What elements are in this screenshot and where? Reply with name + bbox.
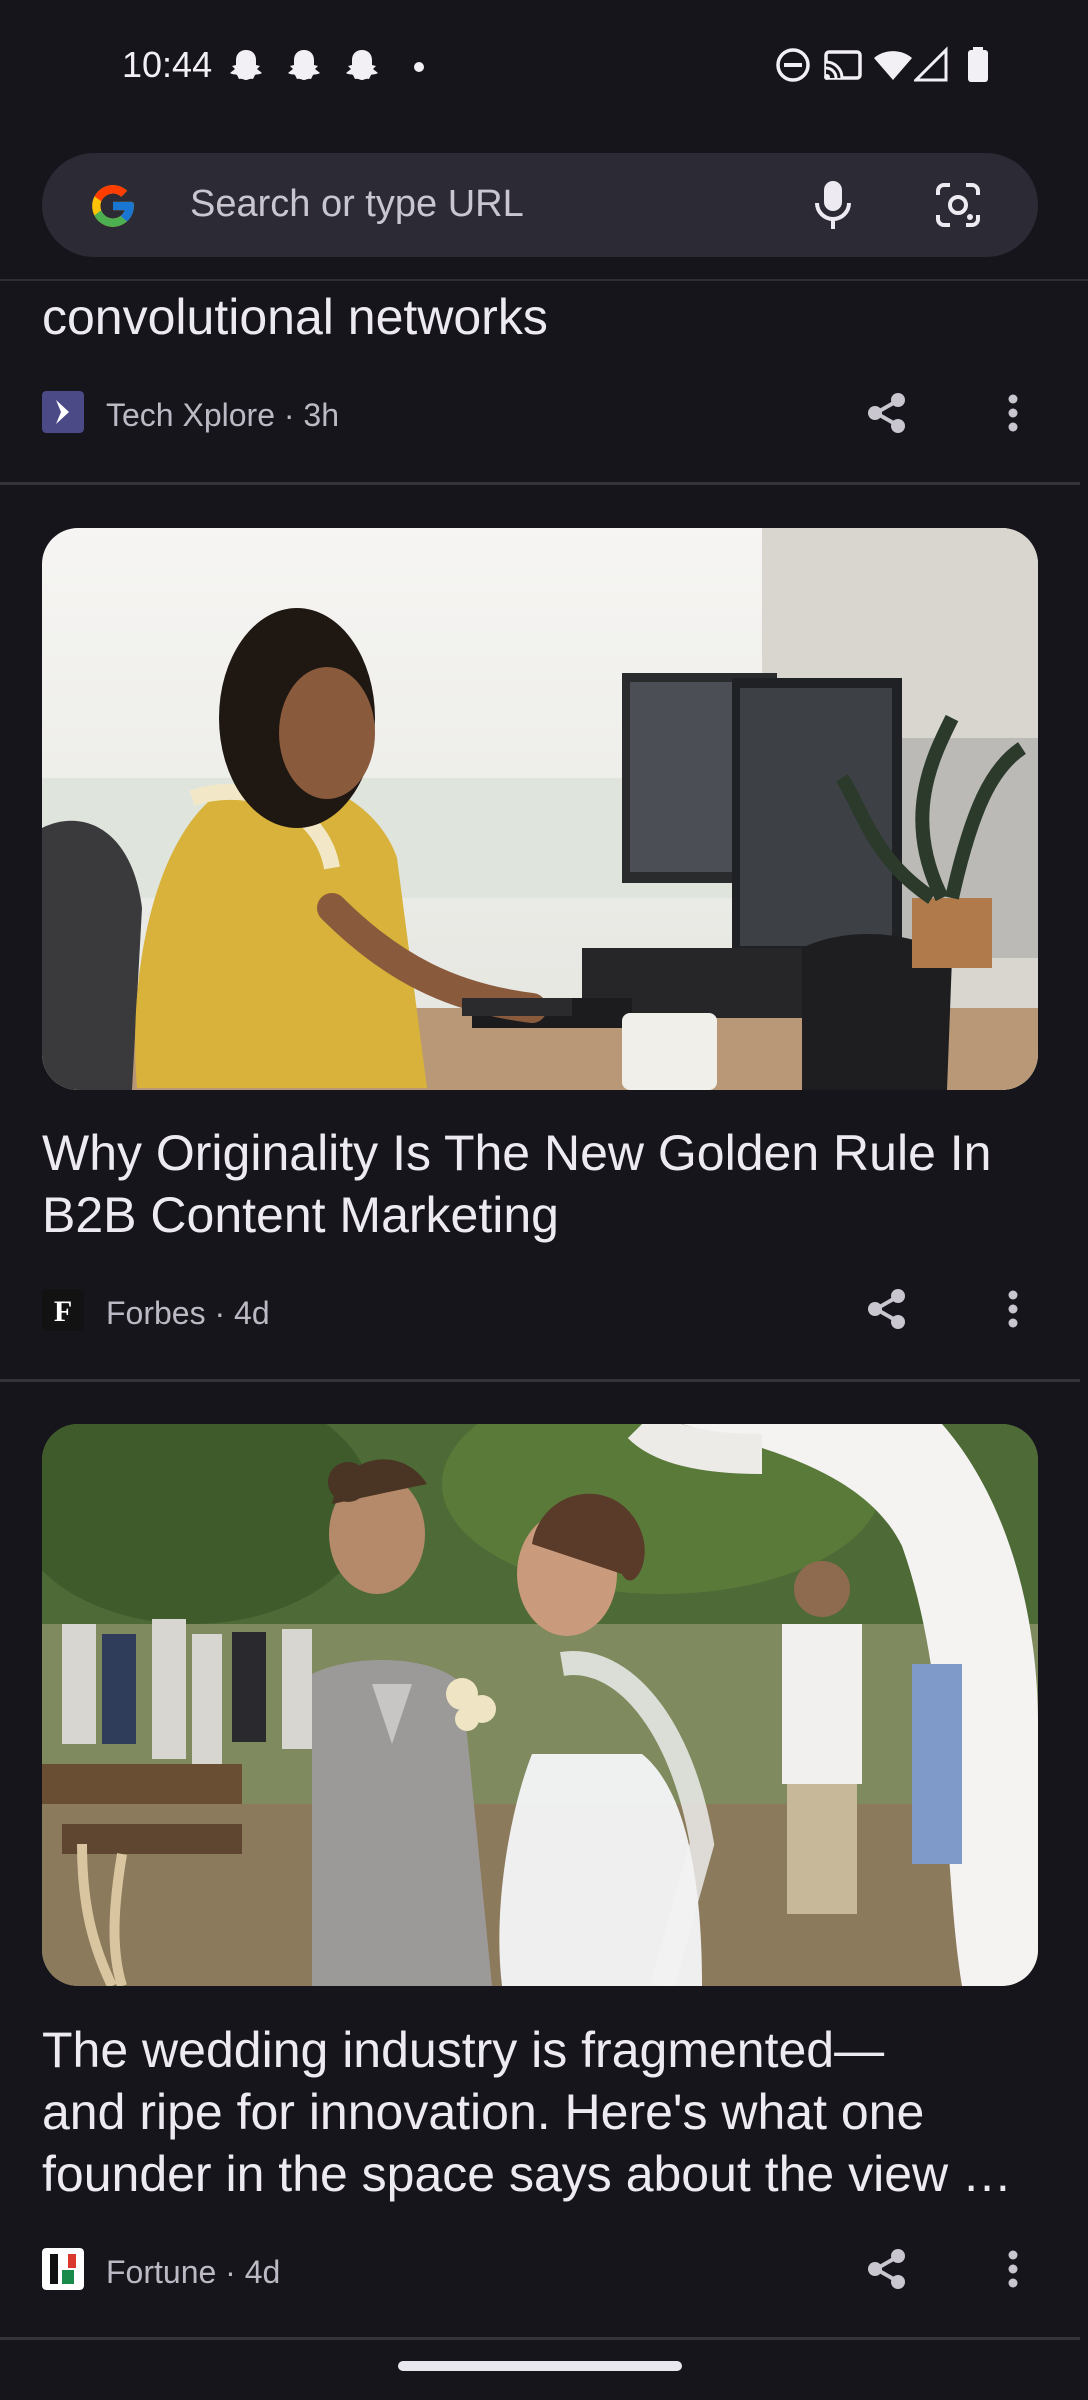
article-headline-line[interactable]: The wedding industry is fragmented— — [42, 2019, 1052, 2081]
article-headline[interactable]: Why Originality Is The New Golden Rule I… — [42, 1122, 1052, 1246]
do-not-disturb-icon — [776, 48, 810, 82]
card-divider — [0, 2337, 1080, 2340]
search-input[interactable]: Search or type URL — [190, 183, 524, 226]
article-headline-line[interactable]: founder in the space says about the view… — [42, 2143, 1052, 2205]
microphone-icon[interactable] — [812, 177, 854, 233]
home-indicator[interactable] — [398, 2361, 682, 2371]
lens-camera-icon[interactable] — [932, 179, 984, 231]
article-source: Forbes · 4d — [106, 1295, 270, 1331]
tech-xplore-logo-icon — [42, 391, 84, 433]
article-headline[interactable]: The wedding industry is fragmented— and … — [42, 2019, 1052, 2205]
snapchat-icon — [288, 50, 320, 80]
article-image[interactable] — [42, 1424, 1038, 1986]
share-icon[interactable] — [862, 1284, 912, 1334]
status-bar: 10:44 — [0, 0, 1088, 140]
more-options-icon[interactable] — [1002, 388, 1024, 438]
signal-icon — [914, 46, 948, 82]
article-headline-line[interactable]: and ripe for innovation. Here's what one — [42, 2081, 1052, 2143]
snapchat-icon — [230, 50, 262, 80]
forbes-logo-letter: F — [54, 1295, 72, 1328]
more-options-icon[interactable] — [1002, 1284, 1024, 1334]
clock: 10:44 — [122, 44, 213, 85]
article-source: Fortune · 4d — [106, 2254, 281, 2290]
more-options-icon[interactable] — [1002, 2244, 1024, 2294]
article-source: Tech Xplore · 3h — [106, 397, 340, 433]
search-bar[interactable]: Search or type URL — [42, 153, 1038, 257]
google-logo-icon — [92, 185, 134, 227]
card-divider — [0, 482, 1080, 485]
header-divider — [0, 279, 1088, 281]
battery-icon — [968, 47, 988, 82]
cast-icon — [824, 50, 862, 80]
fortune-logo-icon — [42, 2248, 84, 2290]
forbes-logo-icon: F — [42, 1289, 84, 1331]
card-divider — [0, 1379, 1080, 1382]
dot-icon — [414, 62, 424, 72]
share-icon[interactable] — [862, 2244, 912, 2294]
wifi-icon — [874, 51, 912, 80]
snapchat-icon — [346, 50, 378, 80]
share-icon[interactable] — [862, 388, 912, 438]
article-headline[interactable]: convolutional networks — [42, 286, 1052, 348]
article-image[interactable] — [42, 528, 1038, 1090]
